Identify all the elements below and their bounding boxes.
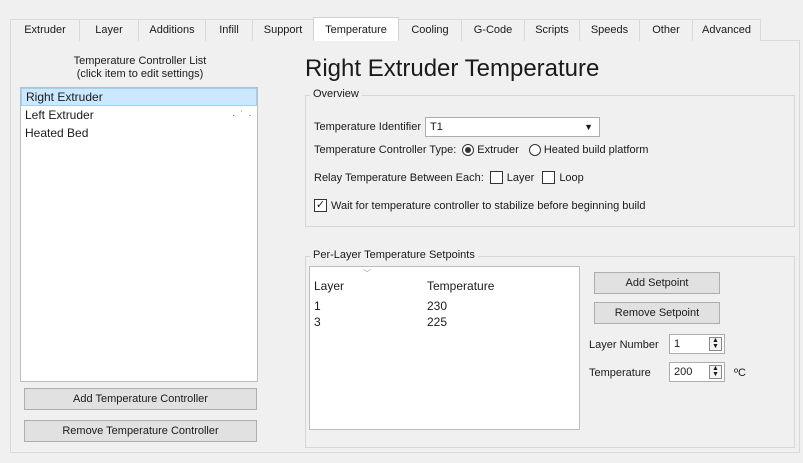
- column-header-temperature[interactable]: Temperature: [427, 279, 494, 293]
- spin-arrows-icon[interactable]: ▲ ▼: [709, 337, 722, 351]
- tab-advanced[interactable]: Advanced: [692, 19, 761, 41]
- temperature-spinbox[interactable]: 200 ▲ ▼: [669, 362, 725, 382]
- wait-label: Wait for temperature controller to stabi…: [331, 199, 646, 212]
- controller-list[interactable]: Right Extruder Left Extruder Heated Bed: [20, 87, 258, 382]
- page-title: Right Extruder Temperature: [305, 55, 600, 82]
- tab-infill[interactable]: Infill: [205, 19, 253, 41]
- tab-scripts[interactable]: Scripts: [524, 19, 580, 41]
- relay-row: Relay Temperature Between Each: Layer Lo…: [314, 171, 584, 184]
- controller-list-item[interactable]: Right Extruder: [21, 88, 257, 106]
- tab-speeds[interactable]: Speeds: [579, 19, 640, 41]
- relay-layer-label: Layer: [506, 171, 535, 184]
- relay-layer-checkbox[interactable]: [489, 171, 503, 184]
- table-cell-layer[interactable]: 1: [314, 299, 321, 313]
- relay-loop-label: Loop: [559, 171, 584, 184]
- identifier-value: T1: [430, 121, 443, 133]
- setpoints-group-title: Per-Layer Temperature Setpoints: [310, 249, 478, 261]
- tab-support[interactable]: Support: [252, 19, 314, 41]
- tab-temperature[interactable]: Temperature: [313, 17, 399, 41]
- controller-list-title-line2: (click item to edit settings): [76, 68, 204, 80]
- dots-artifact: · ˙ ·: [232, 110, 253, 121]
- table-cell-temperature[interactable]: 225: [427, 315, 447, 329]
- add-setpoint-button[interactable]: Add Setpoint: [594, 272, 720, 294]
- tab-cooling[interactable]: Cooling: [398, 19, 462, 41]
- table-cell-temperature[interactable]: 230: [427, 299, 447, 313]
- controller-list-title: Temperature Controller List (click item …: [20, 55, 260, 81]
- layer-number-spinbox[interactable]: 1 ▲ ▼: [669, 334, 725, 354]
- controller-list-title-line1: Temperature Controller List: [73, 55, 207, 67]
- column-header-layer[interactable]: Layer: [314, 279, 344, 293]
- type-label: Temperature Controller Type:: [314, 144, 457, 156]
- type-heated-platform-label: Heated build platform: [543, 144, 649, 156]
- identifier-label: Temperature Identifier: [314, 121, 421, 133]
- type-extruder-label: Extruder: [477, 144, 519, 156]
- identifier-select[interactable]: T1 ▼: [425, 117, 600, 137]
- type-row: Temperature Controller Type: Extruder He…: [314, 144, 648, 156]
- add-temperature-controller-button[interactable]: Add Temperature Controller: [24, 388, 257, 410]
- overview-group-title: Overview: [310, 88, 362, 100]
- setpoint-table[interactable]: ﹀ Layer Temperature 1 230 3 225: [309, 266, 580, 430]
- wait-row: ✓ Wait for temperature controller to sta…: [308, 199, 645, 212]
- remove-temperature-controller-button[interactable]: Remove Temperature Controller: [24, 420, 257, 442]
- temperature-value: 200: [674, 366, 693, 378]
- controller-list-item[interactable]: Heated Bed: [21, 124, 257, 142]
- type-extruder-radio[interactable]: [462, 144, 475, 156]
- tab-layer[interactable]: Layer: [79, 19, 139, 41]
- wait-checkbox[interactable]: ✓: [314, 199, 327, 212]
- spin-arrows-icon[interactable]: ▲ ▼: [709, 365, 722, 379]
- table-cell-layer[interactable]: 3: [314, 315, 321, 329]
- tab-other[interactable]: Other: [639, 19, 693, 41]
- temperature-label: Temperature: [589, 367, 651, 379]
- tab-bar: Extruder Layer Additions Infill Support Tempe…: [10, 17, 800, 41]
- tab-extruder[interactable]: Extruder: [10, 19, 80, 41]
- relay-loop-checkbox[interactable]: [542, 171, 556, 184]
- type-heated-platform-radio[interactable]: [528, 144, 541, 156]
- tab-additions[interactable]: Additions: [138, 19, 206, 41]
- chevron-down-icon: ▼: [584, 122, 593, 132]
- relay-label: Relay Temperature Between Each:: [314, 171, 484, 184]
- remove-setpoint-button[interactable]: Remove Setpoint: [594, 302, 720, 324]
- controller-list-item[interactable]: Left Extruder: [21, 106, 257, 124]
- sort-caret-icon: ﹀: [363, 269, 371, 278]
- layer-number-label: Layer Number: [589, 339, 659, 351]
- unit-label: ºC: [734, 367, 746, 379]
- identifier-row: Temperature Identifier T1 ▼: [314, 117, 600, 137]
- tab-g-code[interactable]: G-Code: [461, 19, 525, 41]
- layer-number-value: 1: [674, 338, 681, 350]
